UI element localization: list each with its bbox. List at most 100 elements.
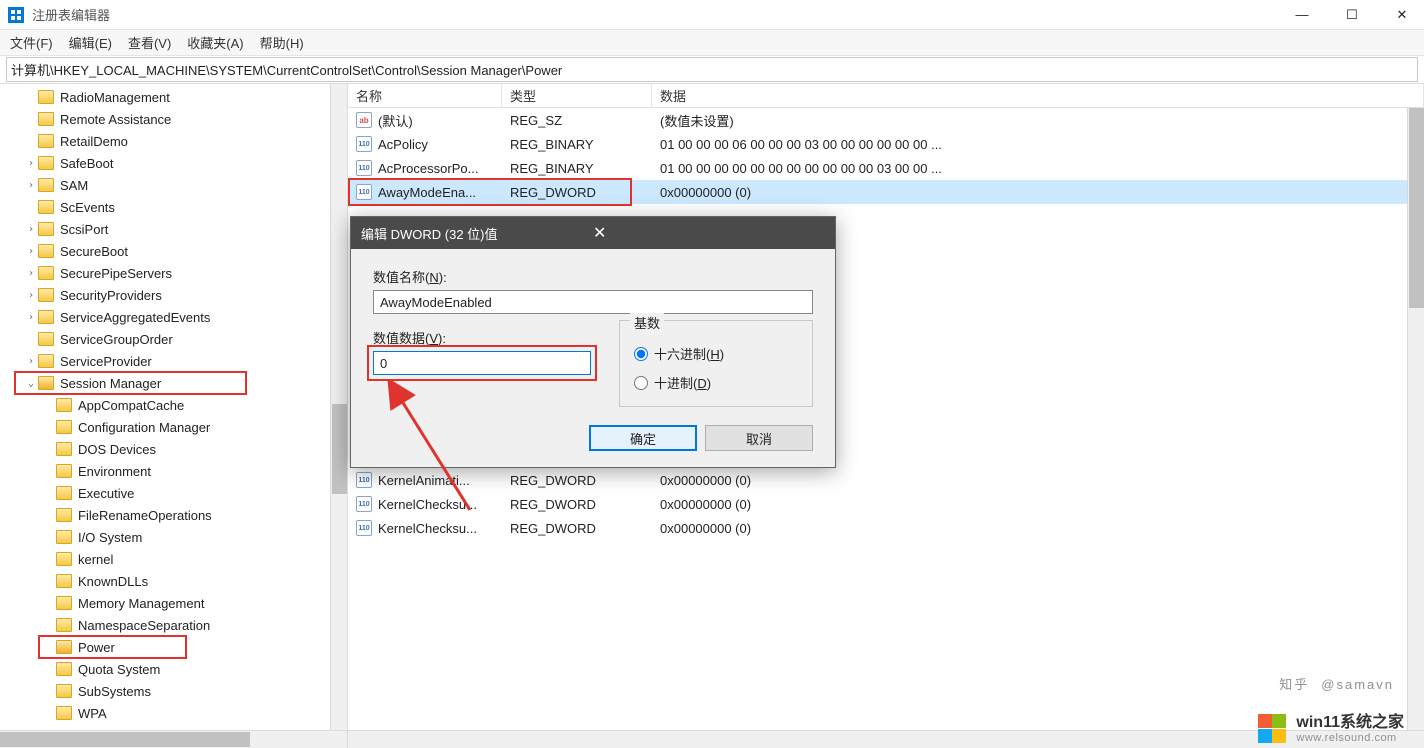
tree-item[interactable]: I/O System <box>0 526 347 548</box>
col-data[interactable]: 数据 <box>652 84 1424 107</box>
tree-label: Session Manager <box>60 376 161 391</box>
tree-label: ServiceGroupOrder <box>60 332 173 347</box>
binary-icon: 110 <box>356 160 372 176</box>
folder-icon <box>38 288 54 302</box>
tree-label: SecureBoot <box>60 244 128 259</box>
tree-item[interactable]: ›SecurityProviders <box>0 284 347 306</box>
tree-item[interactable]: kernel <box>0 548 347 570</box>
tree-item[interactable]: ⌄ Session Manager <box>0 372 347 394</box>
tree-item[interactable]: Quota System <box>0 658 347 680</box>
tree-item[interactable]: ›SafeBoot <box>0 152 347 174</box>
binary-icon: 110 <box>356 136 372 152</box>
tree-twisty-icon[interactable]: › <box>24 224 38 235</box>
tree-twisty-icon[interactable]: › <box>24 312 38 323</box>
tree-twisty-icon[interactable]: › <box>24 180 38 191</box>
ok-button[interactable]: 确定 <box>589 425 697 451</box>
value-type: REG_SZ <box>502 113 652 128</box>
value-row[interactable]: 110AwayModeEna...REG_DWORD0x00000000 (0) <box>348 180 1424 204</box>
tree-item[interactable]: ›SecurePipeServers <box>0 262 347 284</box>
tree-h-scroll[interactable] <box>0 731 348 748</box>
tree-item[interactable]: RetailDemo <box>0 130 347 152</box>
folder-icon <box>38 244 54 258</box>
menu-item[interactable]: 查看(V) <box>128 33 171 52</box>
tree-item[interactable]: Configuration Manager <box>0 416 347 438</box>
maximize-button[interactable]: ☐ <box>1338 7 1366 23</box>
col-type[interactable]: 类型 <box>502 84 652 107</box>
tree-twisty-icon[interactable]: ⌄ <box>24 378 38 389</box>
tree-item[interactable]: Memory Management <box>0 592 347 614</box>
tree-pane[interactable]: RadioManagement Remote Assistance RetailDe… <box>0 84 348 730</box>
menu-item[interactable]: 帮助(H) <box>260 33 304 52</box>
menu-item[interactable]: 编辑(E) <box>69 33 112 52</box>
tree-item[interactable]: KnownDLLs <box>0 570 347 592</box>
close-button[interactable]: ✕ <box>1388 7 1416 23</box>
folder-icon <box>56 596 72 610</box>
binary-icon: 110 <box>356 184 372 200</box>
tree-item[interactable]: WPA <box>0 702 347 724</box>
radio-dec[interactable]: 十进制(D) <box>634 373 798 392</box>
menu-item[interactable]: 收藏夹(A) <box>187 33 243 52</box>
radio-hex[interactable]: 十六进制(H) <box>634 344 798 363</box>
cancel-button[interactable]: 取消 <box>705 425 813 451</box>
folder-icon <box>38 222 54 236</box>
address-path[interactable]: 计算机\HKEY_LOCAL_MACHINE\SYSTEM\CurrentCon… <box>6 57 1418 82</box>
tree-item[interactable]: ›SAM <box>0 174 347 196</box>
value-name: AcPolicy <box>378 137 428 152</box>
tree-item[interactable]: Power <box>0 636 347 658</box>
value-row[interactable]: 110AcPolicyREG_BINARY01 00 00 00 06 00 0… <box>348 132 1424 156</box>
tree-label: Remote Assistance <box>60 112 171 127</box>
edit-dword-dialog: 编辑 DWORD (32 位)值 ✕ 数值名称(N): 数值数据(V): 基数 … <box>350 216 836 468</box>
value-data: 0x00000000 (0) <box>652 497 1424 512</box>
menu-item[interactable]: 文件(F) <box>10 33 53 52</box>
minimize-button[interactable]: — <box>1288 7 1316 23</box>
dialog-close-button[interactable]: ✕ <box>587 223 825 243</box>
value-row[interactable]: ab(默认)REG_SZ(数值未设置) <box>348 108 1424 132</box>
value-data-input[interactable] <box>373 351 591 375</box>
tree-item[interactable]: RadioManagement <box>0 86 347 108</box>
value-row[interactable]: 110AcProcessorPo...REG_BINARY01 00 00 00… <box>348 156 1424 180</box>
binary-icon: 110 <box>356 472 372 488</box>
radio-dec-input[interactable] <box>634 376 648 390</box>
tree-item[interactable]: FileRenameOperations <box>0 504 347 526</box>
tree-item[interactable]: ›ServiceProvider <box>0 350 347 372</box>
value-row[interactable]: 110KernelAnimati...REG_DWORD0x00000000 (… <box>348 468 1424 492</box>
scroll-thumb[interactable] <box>1409 108 1424 308</box>
value-name: KernelAnimati... <box>378 473 470 488</box>
scroll-thumb[interactable] <box>332 404 347 494</box>
folder-icon <box>56 640 72 654</box>
tree-item[interactable]: ScEvents <box>0 196 347 218</box>
content-scrollbar[interactable] <box>1407 108 1424 730</box>
value-name: AcProcessorPo... <box>378 161 478 176</box>
column-headers[interactable]: 名称 类型 数据 <box>348 84 1424 108</box>
tree-twisty-icon[interactable]: › <box>24 290 38 301</box>
folder-icon <box>56 574 72 588</box>
tree-item[interactable]: › SecureBoot <box>0 240 347 262</box>
col-name[interactable]: 名称 <box>348 84 502 107</box>
tree-item[interactable]: DOS Devices <box>0 438 347 460</box>
value-data-label: 数值数据(V): <box>373 328 591 347</box>
dialog-titlebar[interactable]: 编辑 DWORD (32 位)值 ✕ <box>351 217 835 249</box>
tree-item[interactable]: Remote Assistance <box>0 108 347 130</box>
value-name-input[interactable] <box>373 290 813 314</box>
tree-twisty-icon[interactable]: › <box>24 158 38 169</box>
value-row[interactable]: 110KernelChecksu...REG_DWORD0x00000000 (… <box>348 492 1424 516</box>
radio-hex-input[interactable] <box>634 347 648 361</box>
menubar: 文件(F) 编辑(E) 查看(V) 收藏夹(A) 帮助(H) <box>0 30 1424 56</box>
tree-twisty-icon[interactable]: › <box>24 268 38 279</box>
value-type: REG_DWORD <box>502 473 652 488</box>
tree-item[interactable]: Executive <box>0 482 347 504</box>
tree-twisty-icon[interactable]: › <box>24 356 38 367</box>
tree-item[interactable]: NamespaceSeparation <box>0 614 347 636</box>
value-row[interactable]: 110KernelChecksu...REG_DWORD0x00000000 (… <box>348 516 1424 540</box>
tree-item[interactable]: AppCompatCache <box>0 394 347 416</box>
tree-item[interactable]: ›ServiceAggregatedEvents <box>0 306 347 328</box>
tree-item[interactable]: ›ScsiPort <box>0 218 347 240</box>
value-data: 0x00000000 (0) <box>652 521 1424 536</box>
tree-item[interactable]: Environment <box>0 460 347 482</box>
tree-item[interactable]: ServiceGroupOrder <box>0 328 347 350</box>
tree-twisty-icon[interactable]: › <box>24 246 38 257</box>
tree-label: WPA <box>78 706 107 721</box>
zhihu-watermark: 知乎 @samavn <box>1279 656 1394 698</box>
tree-item[interactable]: SubSystems <box>0 680 347 702</box>
tree-scrollbar[interactable] <box>330 84 347 730</box>
